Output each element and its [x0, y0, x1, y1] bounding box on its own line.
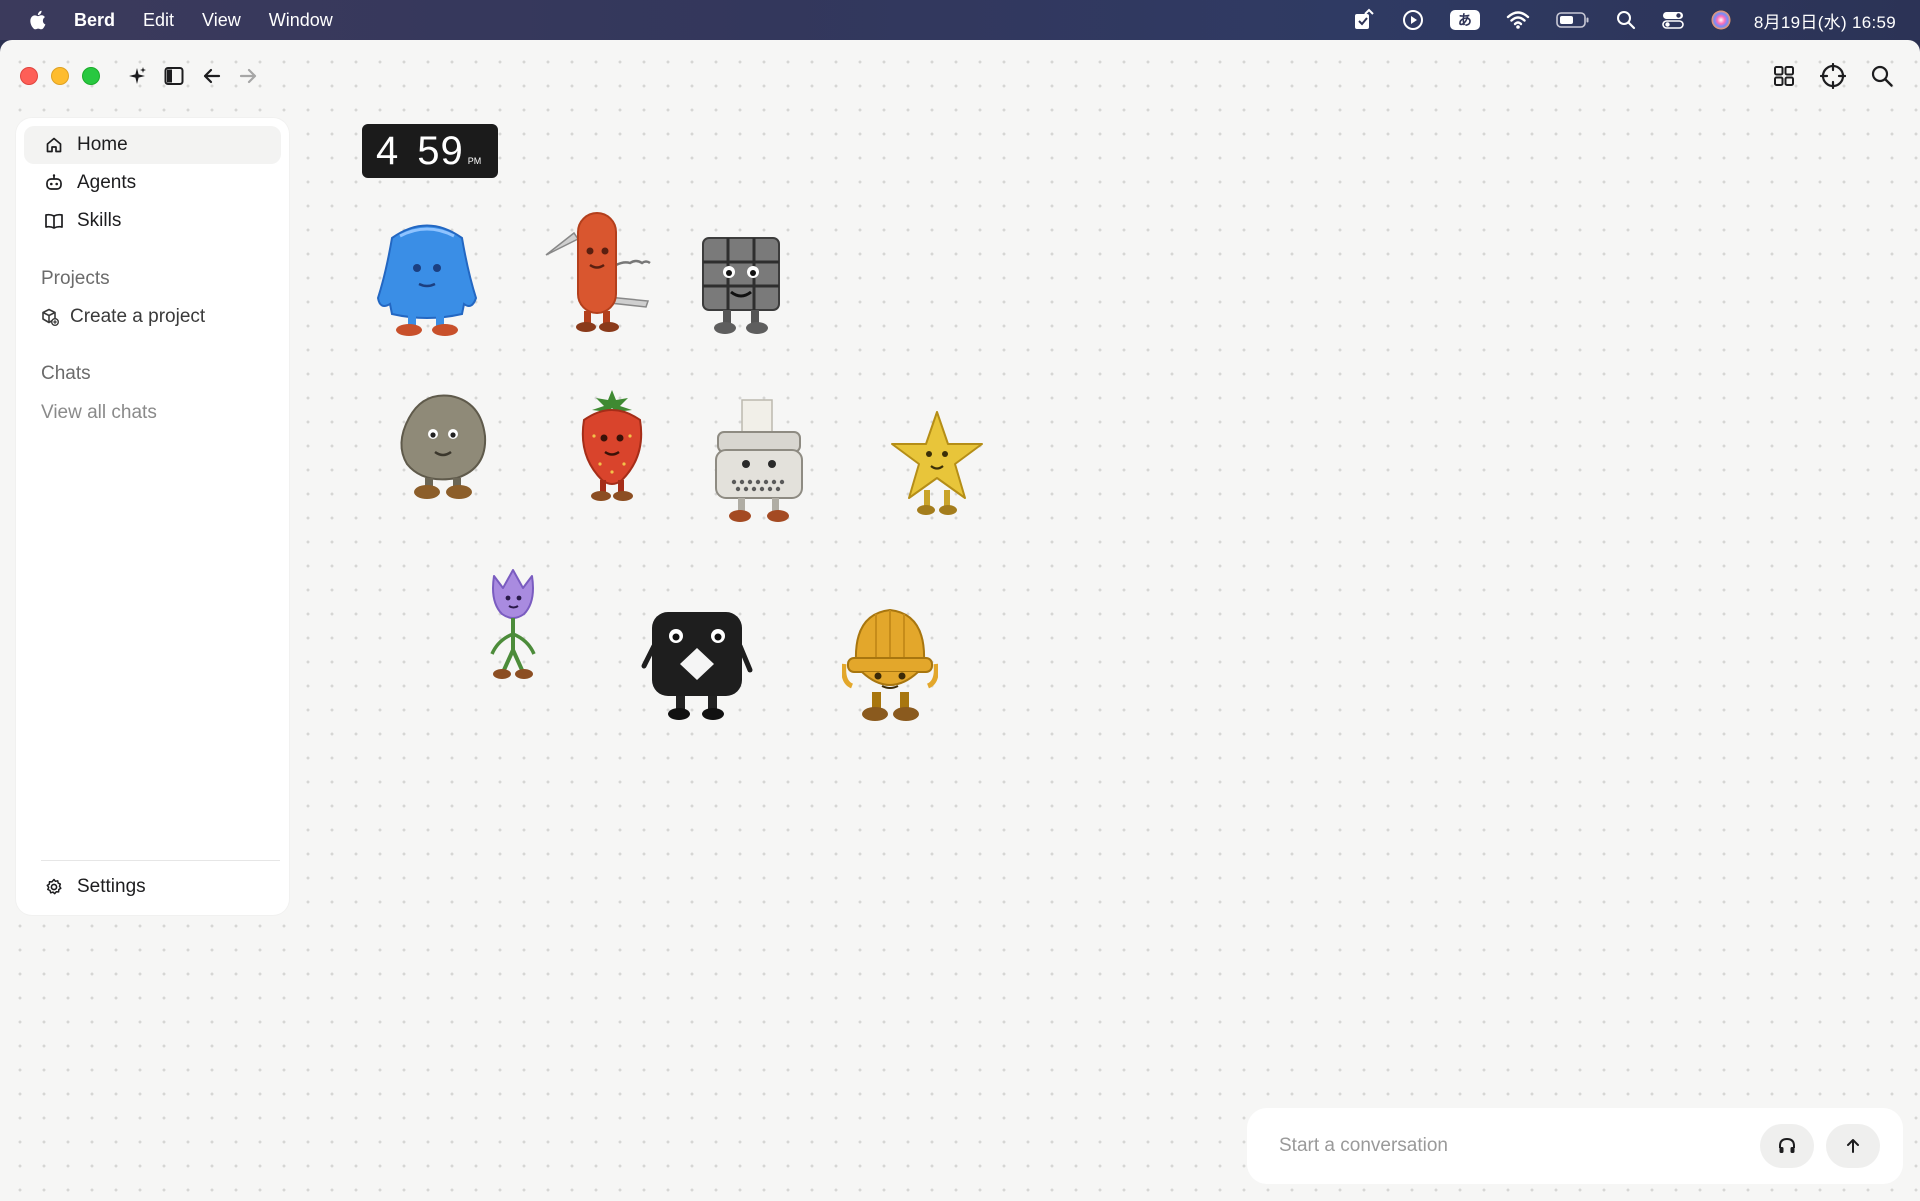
window-maximize-button[interactable] — [82, 67, 100, 85]
home-icon — [44, 135, 64, 155]
arrow-up-icon — [1844, 1137, 1862, 1155]
sidebar-item-label: Home — [77, 134, 128, 155]
sidebar-item-agents[interactable]: Agents — [24, 164, 281, 202]
back-arrow-icon[interactable] — [198, 62, 226, 90]
new-project-cube-icon — [41, 308, 59, 326]
gear-icon — [44, 877, 64, 897]
sidebar-item-label: Agents — [77, 172, 137, 193]
clock-minute: 59 — [417, 128, 464, 173]
menubar-clock[interactable]: 8月19日(水) 16:59 — [1754, 8, 1896, 33]
wifi-icon[interactable] — [1506, 10, 1530, 30]
control-center-icon[interactable] — [1662, 10, 1684, 30]
sidebar-item-label: Skills — [77, 210, 122, 231]
search-icon[interactable] — [1868, 62, 1896, 90]
clock-hour: 4 — [376, 128, 400, 173]
window-close-button[interactable] — [20, 67, 38, 85]
chat-composer — [1247, 1108, 1903, 1184]
clock-widget[interactable]: 4 59 PM — [362, 124, 498, 178]
title-bar — [0, 40, 1920, 112]
send-button[interactable] — [1826, 1124, 1880, 1168]
tulip-character[interactable] — [478, 564, 548, 686]
window-minimize-button[interactable] — [51, 67, 69, 85]
create-project-button[interactable]: Create a project — [41, 306, 205, 328]
input-method-icon[interactable]: あ — [1449, 10, 1480, 30]
menu-view[interactable]: View — [202, 10, 241, 31]
siri-icon[interactable] — [1710, 9, 1732, 31]
input-method-label: あ — [1449, 10, 1480, 30]
robot-icon — [44, 173, 64, 193]
typewriter-character[interactable] — [712, 396, 806, 528]
menu-edit[interactable]: Edit — [143, 10, 174, 31]
sparkle-icon[interactable] — [123, 62, 151, 90]
chats-section-title: Chats — [41, 363, 91, 384]
grid-view-icon[interactable] — [1770, 62, 1798, 90]
sidebar-item-label: Settings — [77, 876, 146, 897]
clipboard-check-icon[interactable] — [1352, 8, 1376, 32]
sidebar-toggle-icon[interactable] — [160, 62, 188, 90]
apple-icon[interactable] — [28, 9, 46, 31]
strawberry-character[interactable] — [570, 384, 654, 506]
swiss-knife-character[interactable] — [545, 212, 651, 332]
sidebar-divider — [41, 860, 280, 861]
projects-section-title: Projects — [41, 268, 110, 289]
black-cube-character[interactable] — [640, 606, 754, 726]
sidebar-item-settings[interactable]: Settings — [24, 868, 281, 906]
crosshair-icon[interactable] — [1819, 62, 1847, 90]
spotlight-search-icon[interactable] — [1616, 10, 1636, 30]
sidebar-item-home[interactable]: Home — [24, 126, 281, 164]
create-project-label: Create a project — [70, 306, 206, 327]
sidebar: Home Agents Skills Projects Create a pro… — [16, 118, 289, 915]
menu-app-name[interactable]: Berd — [74, 10, 115, 31]
battery-icon[interactable] — [1556, 12, 1590, 28]
blue-jelly-character[interactable] — [372, 218, 482, 338]
play-circle-icon[interactable] — [1402, 9, 1424, 31]
rubiks-cube-character[interactable] — [695, 230, 787, 340]
rock-character[interactable] — [393, 388, 493, 504]
app-window: Home Agents Skills Projects Create a pro… — [0, 40, 1920, 1201]
menu-bar: Berd Edit View Window あ 8月19日(水) 16:59 — [0, 0, 1920, 40]
book-icon — [44, 211, 64, 231]
voice-mode-button[interactable] — [1760, 1124, 1814, 1168]
forward-arrow-icon[interactable] — [234, 62, 262, 90]
conversation-input[interactable] — [1279, 1108, 1759, 1184]
view-all-chats-link[interactable]: View all chats — [41, 402, 157, 424]
headphones-icon — [1777, 1136, 1797, 1156]
hard-hat-character[interactable] — [842, 602, 938, 728]
menu-window[interactable]: Window — [269, 10, 333, 31]
sidebar-item-skills[interactable]: Skills — [24, 202, 281, 240]
star-character[interactable] — [888, 410, 986, 524]
clock-period: PM — [467, 156, 482, 166]
